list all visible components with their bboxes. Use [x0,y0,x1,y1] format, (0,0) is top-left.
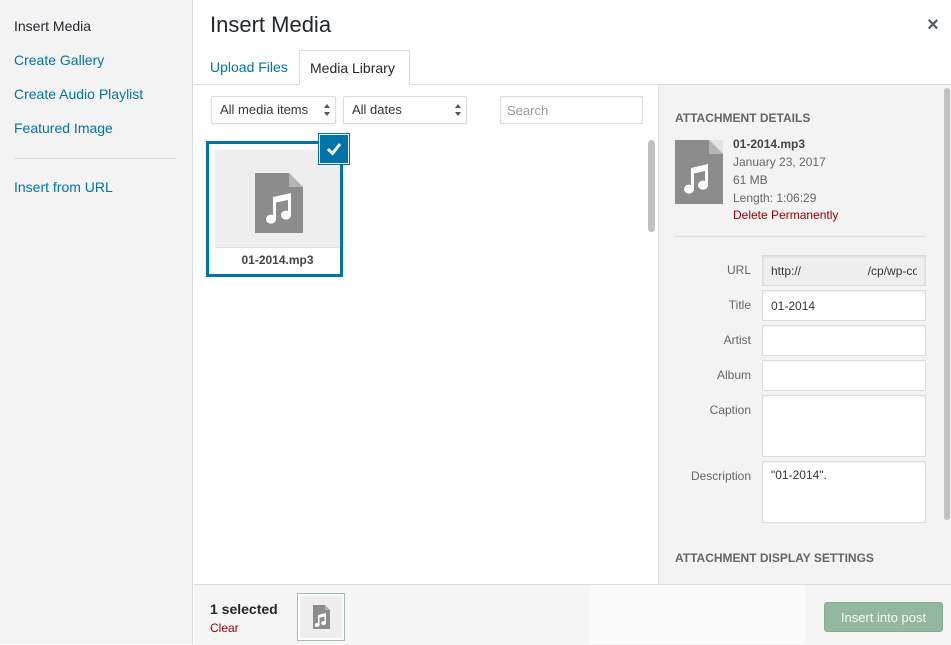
sidebar-scrollbar[interactable] [944,88,950,520]
tab-media-library[interactable]: Media Library [299,50,410,85]
media-menu: Insert Media Create Gallery Create Audio… [0,0,193,644]
delete-permanently-link[interactable]: Delete Permanently [733,208,838,222]
menu-item-insert-from-url[interactable]: Insert from URL [14,179,113,195]
menu-item-create-gallery[interactable]: Create Gallery [14,52,104,68]
caption-field[interactable] [762,395,926,457]
audio-file-icon [313,605,330,629]
menu-item-insert-media[interactable]: Insert Media [14,18,91,34]
select-arrows-icon [324,104,330,116]
media-type-select-value: All media items [220,102,309,117]
menu-item-create-audio-playlist[interactable]: Create Audio Playlist [14,86,143,102]
attachment-details-heading: Attachment Details [675,111,811,125]
insert-into-post-button[interactable]: Insert into post [824,602,943,632]
menu-item-featured-image[interactable]: Featured Image [14,120,113,136]
menu-separator [14,158,176,159]
caption-label: Caption [709,403,751,417]
attachment-thumbnail [215,150,340,247]
selection-thumbnail[interactable] [298,594,344,640]
page-title: Insert Media [210,12,332,37]
url-field[interactable] [762,255,926,286]
grid-scrollbar[interactable] [648,140,655,232]
audio-file-icon [255,173,303,233]
tab-upload-files[interactable]: Upload Files [200,50,298,84]
details-filename: 01-2014.mp3 [733,137,806,151]
description-field[interactable]: "01-2014". [762,461,926,523]
details-thumbnail [675,140,723,204]
media-date-select-value: All dates [352,102,402,117]
album-label: Album [716,368,751,382]
media-type-select[interactable]: All media items [211,96,336,124]
album-field[interactable] [762,360,926,391]
audio-file-icon [675,140,723,204]
title-field[interactable] [762,290,926,321]
url-label: URL [726,263,751,277]
description-label: Description [690,469,751,483]
details-separator [675,236,925,237]
selection-count: 1 selected [210,601,278,617]
display-settings-heading: Attachment Display Settings [675,551,874,565]
artist-label: Artist [723,333,751,347]
artist-field[interactable] [762,325,926,356]
media-date-select[interactable]: All dates [343,96,467,124]
toolbar-spacer [590,585,805,644]
details-length: Length: 1:06:29 [733,191,817,205]
select-arrows-icon [455,104,461,116]
details-file-size: 61 MB [733,173,768,187]
close-icon[interactable]: × [920,12,946,38]
details-date: January 23, 2017 [733,155,826,169]
checkmark-icon[interactable] [320,135,348,163]
search-input[interactable] [500,96,643,124]
clear-selection-link[interactable]: Clear [210,621,239,635]
attachment-filename: 01-2014.mp3 [215,247,340,272]
title-label: Title [728,298,751,312]
